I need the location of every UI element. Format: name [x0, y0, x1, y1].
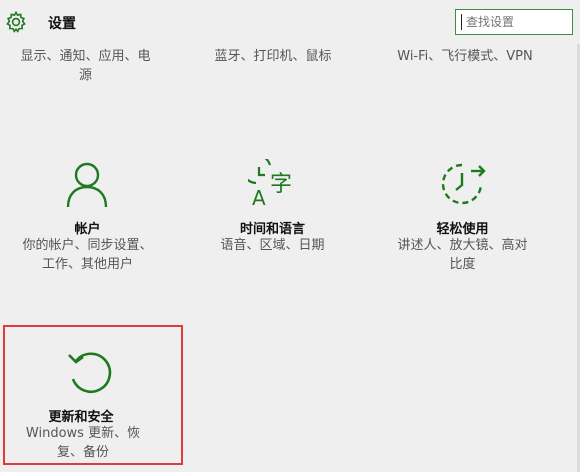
desc-line: 工作、其他用户 [41, 257, 133, 272]
tile-time-language[interactable]: A 字 时间和语言 语音、区域、日期 [190, 155, 355, 285]
tile-description: 你的帐户、同步设置、 工作、其他用户 [0, 236, 175, 274]
tile-title: 时间和语言 [239, 222, 305, 237]
devices-tile-desc[interactable]: 蓝牙、打印机、鼠标 [198, 47, 348, 66]
tile-title: 帐户 [74, 222, 101, 237]
desc-line: 讲述人、放大镜、高对 [397, 238, 528, 253]
time-language-icon: A 字 [248, 159, 292, 209]
desc-line: 源 [78, 68, 92, 83]
tile-title: 轻松使用 [436, 222, 489, 237]
desc-line: 蓝牙、打印机、鼠标 [214, 49, 332, 64]
gear-icon [6, 10, 26, 33]
person-icon [66, 162, 108, 208]
search-input[interactable] [455, 9, 573, 35]
title-bar: 设置 [0, 0, 580, 44]
update-icon [68, 352, 112, 393]
tile-description: 讲述人、放大镜、高对 比度 [380, 236, 545, 274]
desc-line: Wi-Fi、飞行模式、VPN [397, 49, 533, 64]
desc-line: 语音、区域、日期 [220, 238, 325, 253]
desc-line: Windows 更新、恢 [25, 426, 141, 441]
tile-accounts[interactable]: 帐户 你的帐户、同步设置、 工作、其他用户 [0, 155, 175, 285]
app-title: 设置 [48, 16, 76, 32]
desc-line: 显示、通知、应用、电 [20, 49, 151, 64]
tile-description: Windows 更新、恢 复、备份 [0, 424, 173, 462]
text-cursor [461, 14, 462, 30]
desc-line: 比度 [449, 257, 476, 272]
svg-text:A: A [252, 186, 266, 209]
desc-line: 你的帐户、同步设置、 [22, 238, 153, 253]
tile-update-security[interactable]: 更新和安全 Windows 更新、恢 复、备份 [3, 345, 183, 463]
desc-line: 复、备份 [56, 445, 109, 460]
ease-of-access-icon [441, 163, 486, 205]
tile-ease-of-access[interactable]: 轻松使用 讲述人、放大镜、高对 比度 [380, 155, 545, 285]
network-tile-desc[interactable]: Wi-Fi、飞行模式、VPN [380, 47, 550, 66]
tile-description: 语音、区域、日期 [190, 236, 355, 255]
system-tile-desc[interactable]: 显示、通知、应用、电 源 [8, 47, 163, 85]
svg-text:字: 字 [270, 172, 292, 197]
tile-title: 更新和安全 [48, 410, 114, 425]
